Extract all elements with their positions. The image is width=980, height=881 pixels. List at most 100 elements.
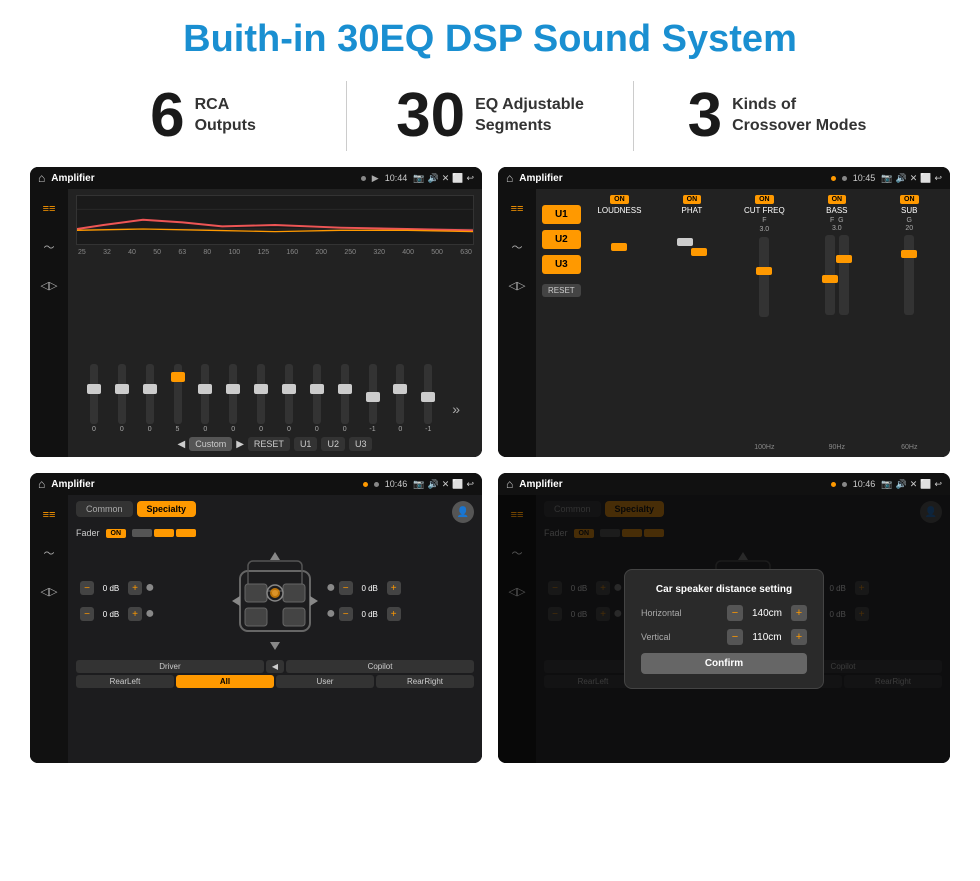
- left-arrow-btn[interactable]: ◀: [266, 660, 284, 673]
- eq-sliders: 0 0 0 5 0: [76, 259, 474, 433]
- spk-lt-minus[interactable]: −: [80, 581, 94, 595]
- crossover-sliders: ON LOUDNESS ON PHAT: [585, 195, 944, 451]
- spk-lb-plus[interactable]: +: [128, 607, 142, 621]
- eq-slider-11[interactable]: 0: [386, 364, 414, 433]
- stats-row: 6 RCAOutputs 30 EQ AdjustableSegments 3 …: [0, 71, 980, 167]
- crossover-left-sidebar: ≡≡ 〜 ◁▷: [498, 189, 536, 457]
- eq-prev-icon[interactable]: ◀: [178, 439, 186, 450]
- confirm-button[interactable]: Confirm: [641, 653, 807, 674]
- eq-slider-2[interactable]: 0: [136, 364, 164, 433]
- u2-button[interactable]: U2: [542, 230, 581, 249]
- spk-left-top: − 0 dB + ●: [80, 579, 224, 597]
- cs-sidebar-wave-icon[interactable]: 〜: [37, 541, 61, 565]
- specialty-tab[interactable]: Specialty: [137, 501, 197, 517]
- rearleft-btn[interactable]: RearLeft: [76, 675, 174, 688]
- eq-next-icon[interactable]: ▶: [236, 439, 244, 450]
- horizontal-plus-btn[interactable]: +: [791, 605, 807, 621]
- app-name-3: Amplifier: [51, 479, 94, 490]
- eq-slider-4[interactable]: 0: [191, 364, 219, 433]
- status-dot-4: [831, 482, 836, 487]
- eq-reset-btn[interactable]: RESET: [248, 437, 290, 451]
- sub-slider[interactable]: [904, 235, 914, 315]
- freq-160: 160: [286, 249, 298, 256]
- horizontal-minus-btn[interactable]: −: [727, 605, 743, 621]
- home-icon-1[interactable]: ⌂: [38, 171, 45, 185]
- spk-lt-val: 0 dB: [97, 584, 125, 593]
- vertical-plus-btn[interactable]: +: [791, 629, 807, 645]
- sub-label: SUB: [901, 206, 917, 215]
- common-content: ≡≡ 〜 ◁▷ Common Specialty 👤 Fader ON: [30, 495, 482, 763]
- spk-rb-minus[interactable]: −: [339, 607, 353, 621]
- bottom-nav-row2: RearLeft All User RearRight: [76, 675, 474, 688]
- fader-on-badge: ON: [106, 529, 127, 538]
- common-tab[interactable]: Common: [76, 501, 133, 517]
- cx-sidebar-speaker-icon[interactable]: ◁▷: [505, 273, 529, 297]
- eq-slider-3[interactable]: 5: [164, 364, 192, 433]
- copilot-btn[interactable]: Copilot: [286, 660, 474, 673]
- status-time-3: 10:46: [385, 479, 408, 489]
- rearright-btn[interactable]: RearRight: [376, 675, 474, 688]
- eq-u3-btn[interactable]: U3: [349, 437, 373, 451]
- spk-rb-plus[interactable]: +: [387, 607, 401, 621]
- eq-more-icon[interactable]: »: [442, 401, 470, 433]
- crossover-content: ≡≡ 〜 ◁▷ U1 U2 U3 RESET ON LOUDNESS: [498, 189, 950, 457]
- freq-32: 32: [103, 249, 111, 256]
- home-icon-3[interactable]: ⌂: [38, 477, 45, 491]
- all-btn[interactable]: All: [176, 675, 274, 688]
- freq-250: 250: [344, 249, 356, 256]
- eq-slider-8[interactable]: 0: [303, 364, 331, 433]
- bass-slider-f[interactable]: [825, 235, 835, 315]
- stat-number-3: 3: [688, 85, 722, 147]
- eq-sidebar-wave-icon[interactable]: 〜: [37, 235, 61, 259]
- cs-sidebar-speaker-icon[interactable]: ◁▷: [37, 579, 61, 603]
- eq-custom-btn[interactable]: Custom: [189, 437, 232, 451]
- u3-button[interactable]: U3: [542, 255, 581, 274]
- profile-icon-3[interactable]: 👤: [452, 501, 474, 523]
- status-dot-3b: [374, 482, 379, 487]
- home-icon-2[interactable]: ⌂: [506, 171, 513, 185]
- dialog-content: ≡≡ 〜 ◁▷ Common Specialty 👤 Fader ON: [498, 495, 950, 763]
- horizontal-label: Horizontal: [641, 608, 682, 618]
- cutfreq-slider[interactable]: [759, 237, 769, 317]
- eq-u2-btn[interactable]: U2: [321, 437, 345, 451]
- freq-80: 80: [203, 249, 211, 256]
- home-icon-4[interactable]: ⌂: [506, 477, 513, 491]
- status-dot-2b: [842, 176, 847, 181]
- eq-slider-12[interactable]: -1: [414, 364, 442, 433]
- eq-u1-btn[interactable]: U1: [294, 437, 318, 451]
- app-name-4: Amplifier: [519, 479, 562, 490]
- freq-400: 400: [402, 249, 414, 256]
- eq-slider-1[interactable]: 0: [108, 364, 136, 433]
- user-btn[interactable]: User: [276, 675, 374, 688]
- vertical-minus-btn[interactable]: −: [727, 629, 743, 645]
- eq-slider-6[interactable]: 0: [247, 364, 275, 433]
- common-panel: Common Specialty 👤 Fader ON: [68, 495, 482, 763]
- u1-button[interactable]: U1: [542, 205, 581, 224]
- eq-sidebar-speaker-icon[interactable]: ◁▷: [37, 273, 61, 297]
- spk-lb-val: 0 dB: [97, 610, 125, 619]
- freq-200: 200: [315, 249, 327, 256]
- bass-on-badge: ON: [828, 195, 847, 204]
- driver-btn[interactable]: Driver: [76, 660, 264, 673]
- horizontal-stepper: − 140cm +: [727, 605, 807, 621]
- spk-rt-plus[interactable]: +: [387, 581, 401, 595]
- bass-slider-g[interactable]: [839, 235, 849, 315]
- fader-row: Fader ON: [76, 528, 474, 538]
- phat-on-badge: ON: [683, 195, 702, 204]
- eq-slider-5[interactable]: 0: [219, 364, 247, 433]
- cs-sidebar-eq-icon[interactable]: ≡≡: [37, 503, 61, 527]
- fader-label: Fader: [76, 528, 100, 538]
- eq-slider-9[interactable]: 0: [331, 364, 359, 433]
- eq-slider-0[interactable]: 0: [80, 364, 108, 433]
- crossover-screen-mockup: ⌂ Amplifier 10:45 📷🔊✕⬜↩ ≡≡ 〜 ◁▷ U1 U2 U3: [498, 167, 950, 457]
- spk-rt-minus[interactable]: −: [339, 581, 353, 595]
- eq-sidebar-eq-icon[interactable]: ≡≡: [37, 197, 61, 221]
- cx-reset-btn[interactable]: RESET: [542, 284, 581, 297]
- cx-sidebar-wave-icon[interactable]: 〜: [505, 235, 529, 259]
- common-screen-mockup: ⌂ Amplifier 10:46 📷🔊✕⬜↩ ≡≡ 〜 ◁▷ Common S…: [30, 473, 482, 763]
- eq-slider-10[interactable]: -1: [359, 364, 387, 433]
- spk-lb-minus[interactable]: −: [80, 607, 94, 621]
- spk-lt-plus[interactable]: +: [128, 581, 142, 595]
- eq-slider-7[interactable]: 0: [275, 364, 303, 433]
- cx-sidebar-eq-icon[interactable]: ≡≡: [505, 197, 529, 221]
